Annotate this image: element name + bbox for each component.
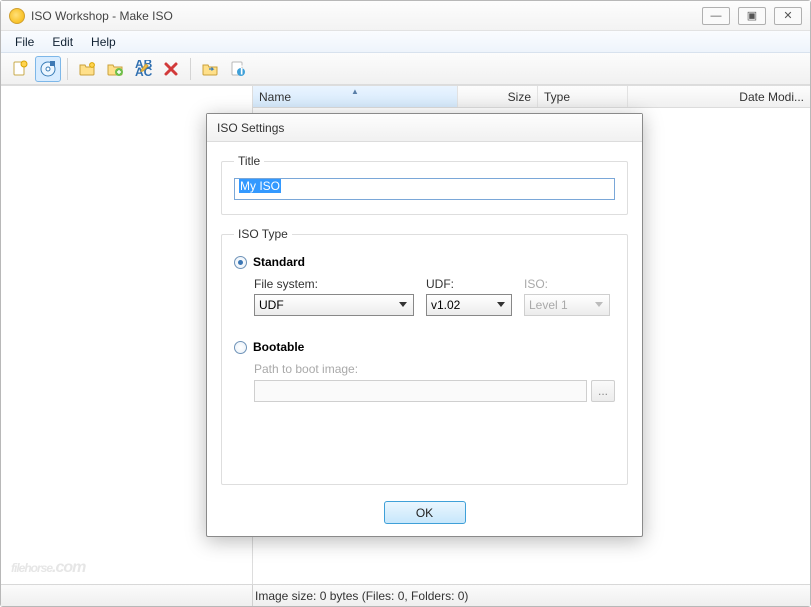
- menu-file[interactable]: File: [7, 33, 42, 51]
- dialog-title: ISO Settings: [217, 121, 284, 135]
- udf-label: UDF:: [426, 277, 512, 291]
- udf-combo[interactable]: v1.02: [426, 294, 512, 316]
- column-date-label: Date Modi...: [739, 90, 804, 104]
- save-iso-button[interactable]: [35, 56, 61, 82]
- window-title: ISO Workshop - Make ISO: [31, 9, 173, 23]
- chevron-down-icon: [591, 297, 607, 313]
- save-disc-icon: [39, 60, 57, 78]
- statusbar-text: Image size: 0 bytes (Files: 0, Folders: …: [253, 589, 468, 603]
- new-file-icon: [11, 60, 29, 78]
- chevron-down-icon: [395, 297, 411, 313]
- toolbar: ABAC i: [1, 53, 810, 85]
- column-size-label: Size: [508, 90, 531, 104]
- main-window: ISO Workshop - Make ISO — ▣ ✕ File Edit …: [0, 0, 811, 607]
- title-group-legend: Title: [234, 154, 264, 168]
- properties-button[interactable]: i: [225, 56, 251, 82]
- statusbar: Image size: 0 bytes (Files: 0, Folders: …: [1, 584, 810, 606]
- standard-radio[interactable]: [234, 256, 247, 269]
- folder-plus-icon: [106, 60, 124, 78]
- bootable-radio-row[interactable]: Bootable: [234, 340, 615, 354]
- column-date[interactable]: Date Modi...: [628, 86, 810, 107]
- rename-icon: ABAC: [134, 60, 152, 78]
- chevron-down-icon: [493, 297, 509, 313]
- iso-settings-dialog: ISO Settings Title My ISO ISO Type Stand…: [206, 113, 643, 537]
- column-size[interactable]: Size: [458, 86, 538, 107]
- toolbar-separator: [67, 58, 68, 80]
- folder-star-icon: [78, 60, 96, 78]
- svg-text:i: i: [240, 63, 243, 77]
- column-type[interactable]: Type: [538, 86, 628, 107]
- path-label: Path to boot image:: [254, 362, 358, 376]
- title-group: Title My ISO: [221, 154, 628, 215]
- titlebar: ISO Workshop - Make ISO — ▣ ✕: [1, 1, 810, 31]
- column-name[interactable]: Name ▲: [253, 86, 458, 107]
- iso-type-group: ISO Type Standard File system: UDF UDF: [221, 227, 628, 485]
- iso-type-legend: ISO Type: [234, 227, 292, 241]
- menu-help[interactable]: Help: [83, 33, 124, 51]
- list-header: Name ▲ Size Type Date Modi...: [253, 86, 810, 108]
- column-name-label: Name: [259, 90, 291, 104]
- close-button[interactable]: ✕: [774, 7, 802, 25]
- column-type-label: Type: [544, 90, 570, 104]
- folder-open-arrow-icon: [201, 60, 219, 78]
- app-icon: [9, 8, 25, 24]
- maximize-button[interactable]: ▣: [738, 7, 766, 25]
- boot-path-input: [254, 380, 587, 402]
- title-input-value: My ISO: [239, 179, 281, 193]
- menu-edit[interactable]: Edit: [44, 33, 81, 51]
- bootable-radio[interactable]: [234, 341, 247, 354]
- delete-button[interactable]: [158, 56, 184, 82]
- browse-button: ...: [591, 380, 615, 402]
- fs-combo-value: UDF: [259, 298, 409, 312]
- minimize-button[interactable]: —: [702, 7, 730, 25]
- sort-ascending-icon: ▲: [351, 87, 359, 96]
- iso-combo: Level 1: [524, 294, 610, 316]
- statusbar-left-cell: [1, 585, 253, 606]
- delete-icon: [162, 60, 180, 78]
- rename-button[interactable]: ABAC: [130, 56, 156, 82]
- dialog-titlebar[interactable]: ISO Settings: [207, 114, 642, 142]
- open-folder-button[interactable]: [74, 56, 100, 82]
- toolbar-separator: [190, 58, 191, 80]
- file-info-icon: i: [229, 60, 247, 78]
- iso-label: ISO:: [524, 277, 610, 291]
- fs-label: File system:: [254, 277, 414, 291]
- new-iso-button[interactable]: [7, 56, 33, 82]
- standard-radio-label: Standard: [253, 255, 305, 269]
- ok-button[interactable]: OK: [384, 501, 466, 524]
- open-path-button[interactable]: [197, 56, 223, 82]
- fs-combo[interactable]: UDF: [254, 294, 414, 316]
- title-input[interactable]: My ISO: [234, 178, 615, 200]
- bootable-radio-label: Bootable: [253, 340, 304, 354]
- menubar: File Edit Help: [1, 31, 810, 53]
- standard-radio-row[interactable]: Standard: [234, 255, 615, 269]
- add-folder-button[interactable]: [102, 56, 128, 82]
